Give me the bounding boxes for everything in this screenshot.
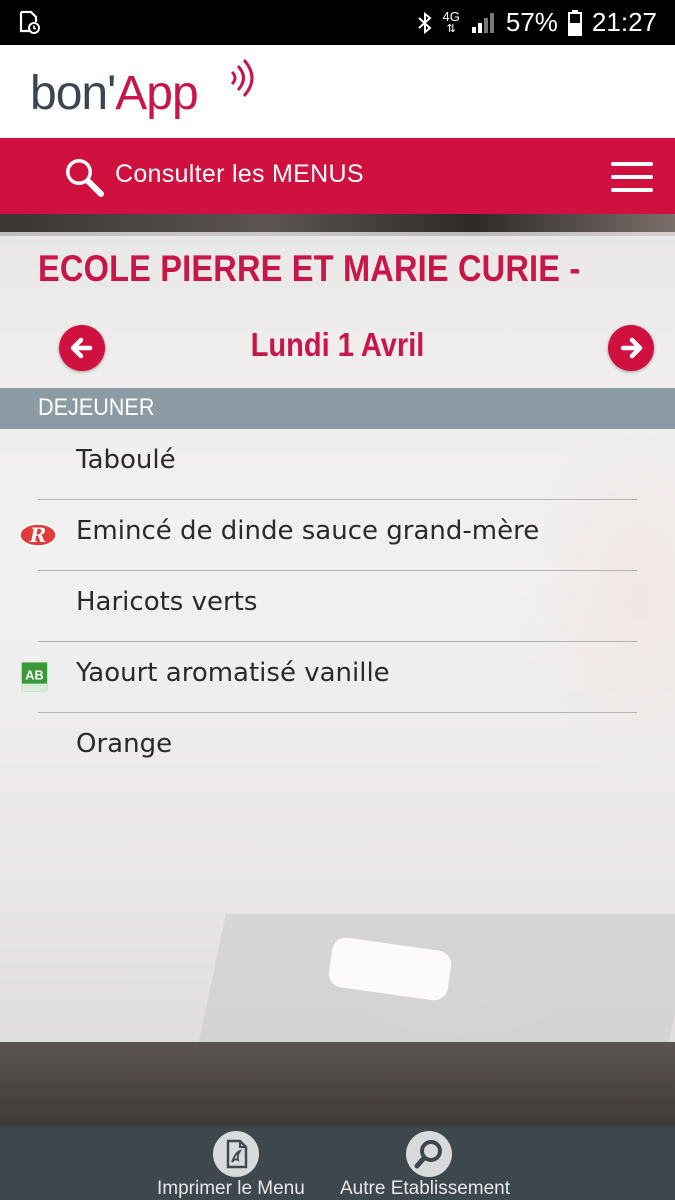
search-icon: [406, 1131, 452, 1177]
print-menu-label: Imprimer le Menu: [157, 1178, 305, 1199]
other-school-label: Autre Etablissement: [340, 1178, 511, 1199]
svg-text:R: R: [29, 523, 47, 547]
agriculture-biologique-icon: AB: [21, 662, 48, 692]
status-bar: 4G ⇅ 57% 21:27: [0, 0, 675, 45]
signal-waves-icon: [230, 59, 254, 97]
app-header: bon'App: [0, 45, 675, 138]
other-school-button[interactable]: Autre Etablissement: [336, 1126, 524, 1200]
menu-item-label: Yaourt aromatisé vanille: [76, 658, 390, 688]
print-menu-button[interactable]: Imprimer le Menu: [150, 1126, 322, 1200]
meal-section-label: DEJEUNER: [38, 394, 155, 421]
signal-icon: [471, 12, 494, 33]
battery-icon: [567, 9, 582, 36]
nav-bar: Consulter les MENUS: [0, 138, 675, 214]
menu-list: Taboulé R Emincé de dinde sauce grand-mè…: [0, 429, 675, 784]
battery-percent: 57%: [505, 7, 558, 37]
bottom-toolbar: Imprimer le Menu Autre Etablissement: [0, 1126, 675, 1200]
consult-menus-link[interactable]: Consulter les MENUS: [115, 160, 364, 189]
menu-item: AB Yaourt aromatisé vanille: [0, 642, 675, 713]
menu-item: Taboulé: [0, 429, 675, 500]
logo-app: App: [115, 67, 198, 120]
next-day-button[interactable]: [608, 325, 654, 371]
search-icon[interactable]: [62, 155, 106, 199]
menu-item: R Emincé de dinde sauce grand-mère: [0, 500, 675, 571]
menu-item-label: Emincé de dinde sauce grand-mère: [76, 516, 540, 546]
school-name: ECOLE PIERRE ET MARIE CURIE -: [38, 248, 581, 289]
menu-item-label: Haricots verts: [76, 587, 258, 617]
hamburger-menu-icon[interactable]: [611, 162, 653, 192]
meal-section-header: DEJEUNER: [0, 388, 675, 429]
bluetooth-icon: [417, 11, 432, 34]
menu-item-label: Orange: [76, 729, 173, 759]
screenshot-notification-icon: [19, 10, 40, 34]
current-day: Lundi 1 Avril: [250, 326, 425, 363]
pdf-icon: [213, 1131, 259, 1177]
svg-text:AB: AB: [25, 667, 43, 682]
logo-bon: bon': [30, 67, 116, 120]
label-rouge-icon: R: [19, 523, 57, 547]
clock: 21:27: [591, 7, 657, 37]
day-navigation: Lundi 1 Avril: [0, 320, 675, 376]
menu-item: Orange: [0, 713, 675, 784]
network-type: 4G ⇅: [442, 8, 460, 35]
arrow-right-icon: [620, 337, 643, 359]
menu-item: Haricots verts: [0, 571, 675, 642]
menu-item-label: Taboulé: [76, 445, 176, 475]
